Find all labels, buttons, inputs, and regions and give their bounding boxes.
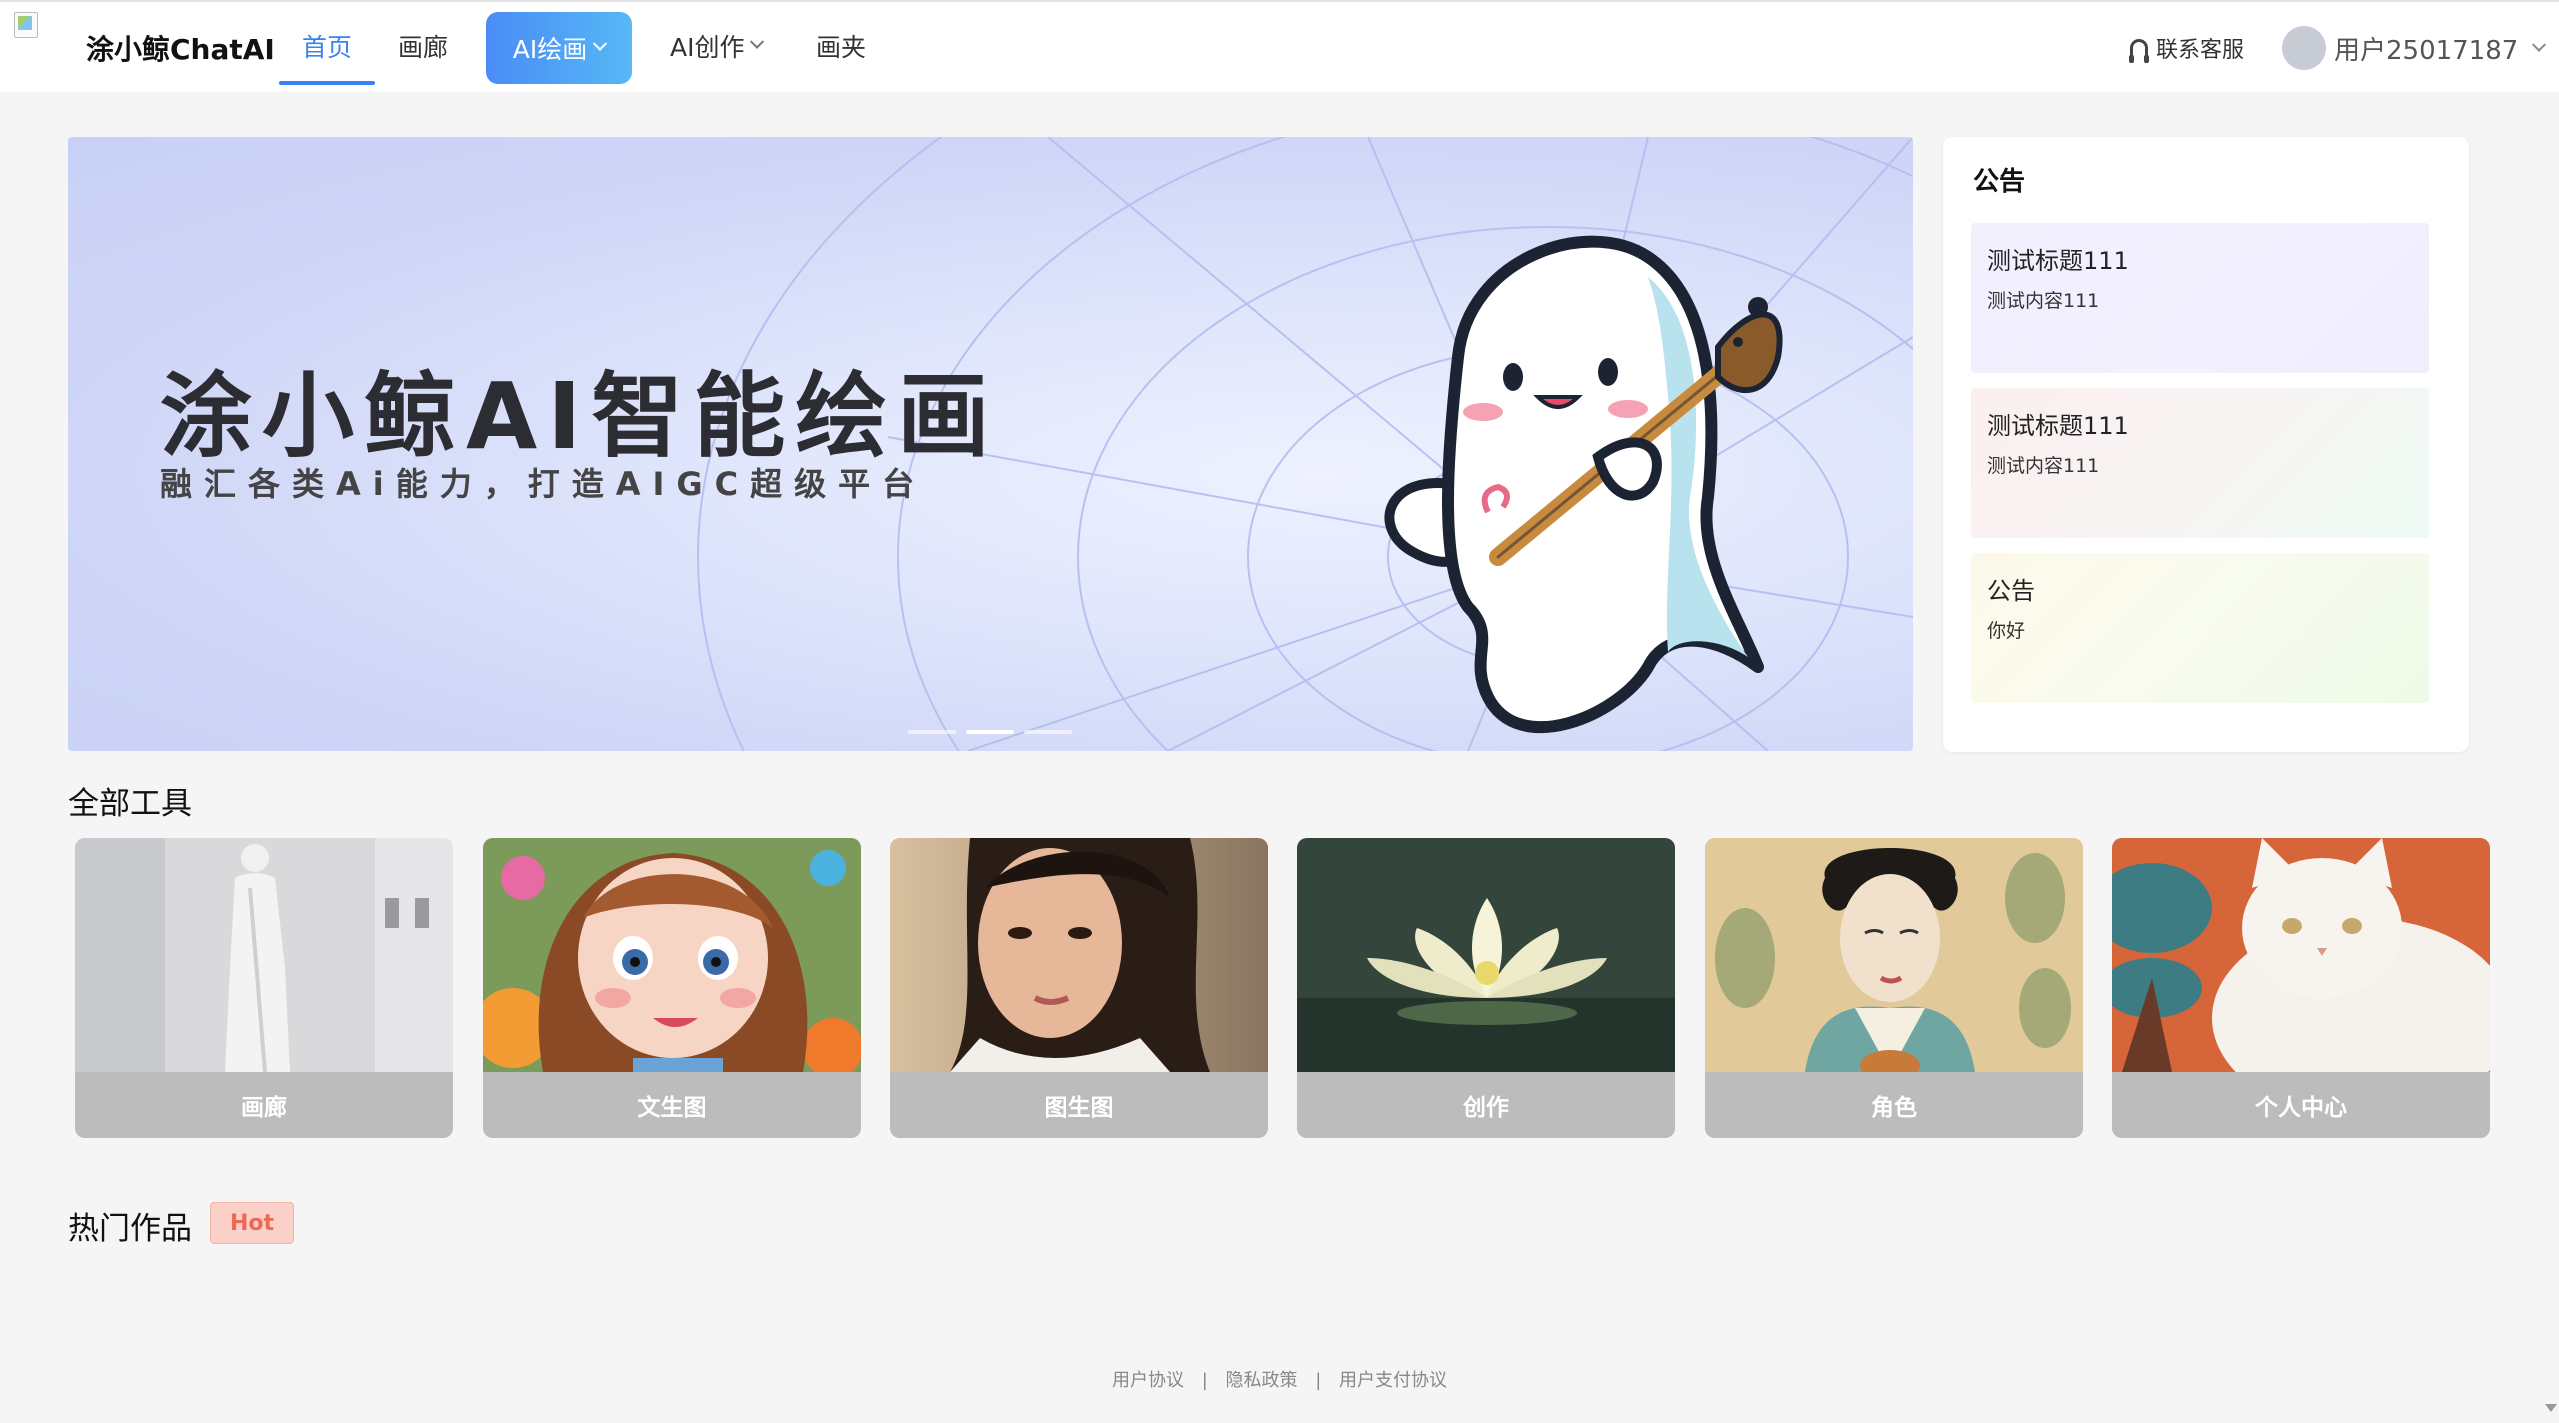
footer-link-user-agreement[interactable]: 用户协议: [1112, 1370, 1184, 1391]
tool-card-label: 画廊: [75, 1072, 453, 1138]
carousel-dot[interactable]: [1024, 730, 1072, 734]
chevron-down-icon: [593, 36, 608, 51]
footer-link-payment-agreement[interactable]: 用户支付协议: [1339, 1370, 1447, 1391]
chevron-down-icon: [2532, 37, 2547, 52]
announcement-card-content: 测试内容111: [1987, 290, 2100, 312]
announcement-card-content: 你好: [1987, 620, 2026, 642]
tool-card-create[interactable]: 创作: [1297, 838, 1675, 1138]
nav-ai-create-label: AI创作: [670, 33, 745, 62]
announcement-card[interactable]: 测试标题111 测试内容111: [1971, 223, 2429, 373]
hot-works-title: 热门作品: [68, 1211, 192, 1247]
support-label: 联系客服: [2156, 38, 2245, 63]
brand-name[interactable]: 涂小鲸ChatAI: [86, 28, 275, 68]
scroll-down-arrow-icon[interactable]: [2545, 1404, 2557, 1412]
logo-broken-image-icon[interactable]: [14, 12, 38, 38]
cartoon-girl-image: [483, 838, 861, 1072]
nav-home[interactable]: 首页: [302, 28, 352, 64]
top-header: 涂小鲸ChatAI 首页 画廊 AI绘画 AI创作 画夹 联系客服 用户2501…: [0, 0, 2559, 92]
hero-banner-carousel[interactable]: 涂小鲸AI智能绘画 融汇各类Ai能力，打造AIGC超级平台: [68, 137, 1913, 751]
lotus-image: [1297, 838, 1675, 1072]
portrait-image: [890, 838, 1268, 1072]
footer-link-privacy-policy[interactable]: 隐私政策: [1226, 1370, 1298, 1391]
tool-card-profile-center[interactable]: 个人中心: [2112, 838, 2490, 1138]
tool-card-gallery[interactable]: 画廊: [75, 838, 453, 1138]
carousel-dot[interactable]: [908, 730, 956, 734]
nav-ai-draw-label: AI绘画: [512, 35, 588, 64]
tool-card-label: 创作: [1297, 1072, 1675, 1138]
banner-subtitle: 融汇各类Ai能力，打造AIGC超级平台: [160, 465, 927, 503]
painting-lady-image: [1705, 838, 2083, 1072]
tool-card-image-to-image[interactable]: 图生图: [890, 838, 1268, 1138]
tool-card-label: 图生图: [890, 1072, 1268, 1138]
nav-active-indicator: [279, 81, 375, 85]
announcement-card-title: 测试标题111: [1987, 247, 2129, 275]
tool-card-label: 文生图: [483, 1072, 861, 1138]
username: 用户25017187: [2334, 36, 2519, 66]
announcement-card-title: 测试标题111: [1987, 412, 2129, 440]
announcement-card[interactable]: 公告 你好: [1971, 553, 2429, 703]
tool-card-label: 角色: [1705, 1072, 2083, 1138]
ghost-mascot-illustration: [1384, 235, 1783, 734]
nav-gallery[interactable]: 画廊: [398, 28, 448, 64]
announcement-panel: 公告 测试标题111 测试内容111 测试标题111 测试内容111 公告 你好: [1943, 137, 2469, 752]
nav-ai-create-dropdown[interactable]: AI创作: [670, 28, 765, 64]
headset-icon: [2129, 39, 2149, 63]
carousel-indicators: [908, 730, 1072, 734]
announcement-card-title: 公告: [1987, 577, 2035, 605]
avatar[interactable]: [2282, 26, 2326, 70]
tool-card-text-to-image[interactable]: 文生图: [483, 838, 861, 1138]
announcement-title: 公告: [1973, 167, 2026, 197]
tools-section-title: 全部工具: [68, 786, 192, 822]
user-menu[interactable]: 用户25017187: [2334, 30, 2547, 67]
footer-separator: |: [1315, 1370, 1322, 1391]
nav-folder[interactable]: 画夹: [816, 28, 866, 64]
chevron-down-icon: [750, 34, 765, 49]
statue-image: [75, 838, 453, 1072]
footer-separator: |: [1201, 1370, 1208, 1391]
carousel-dot-active[interactable]: [966, 730, 1014, 734]
contact-support-link[interactable]: 联系客服: [2129, 32, 2245, 64]
announcement-card[interactable]: 测试标题111 测试内容111: [1971, 388, 2429, 538]
announcement-card-content: 测试内容111: [1987, 455, 2100, 477]
banner-title: 涂小鲸AI智能绘画: [160, 363, 1000, 470]
hot-badge: Hot: [210, 1202, 294, 1244]
nav-ai-draw-dropdown[interactable]: AI绘画: [486, 12, 632, 84]
white-cat-image: [2112, 838, 2490, 1072]
footer: 用户协议 | 隐私政策 | 用户支付协议: [0, 1366, 2559, 1392]
tool-card-label: 个人中心: [2112, 1072, 2490, 1138]
tool-card-character[interactable]: 角色: [1705, 838, 2083, 1138]
